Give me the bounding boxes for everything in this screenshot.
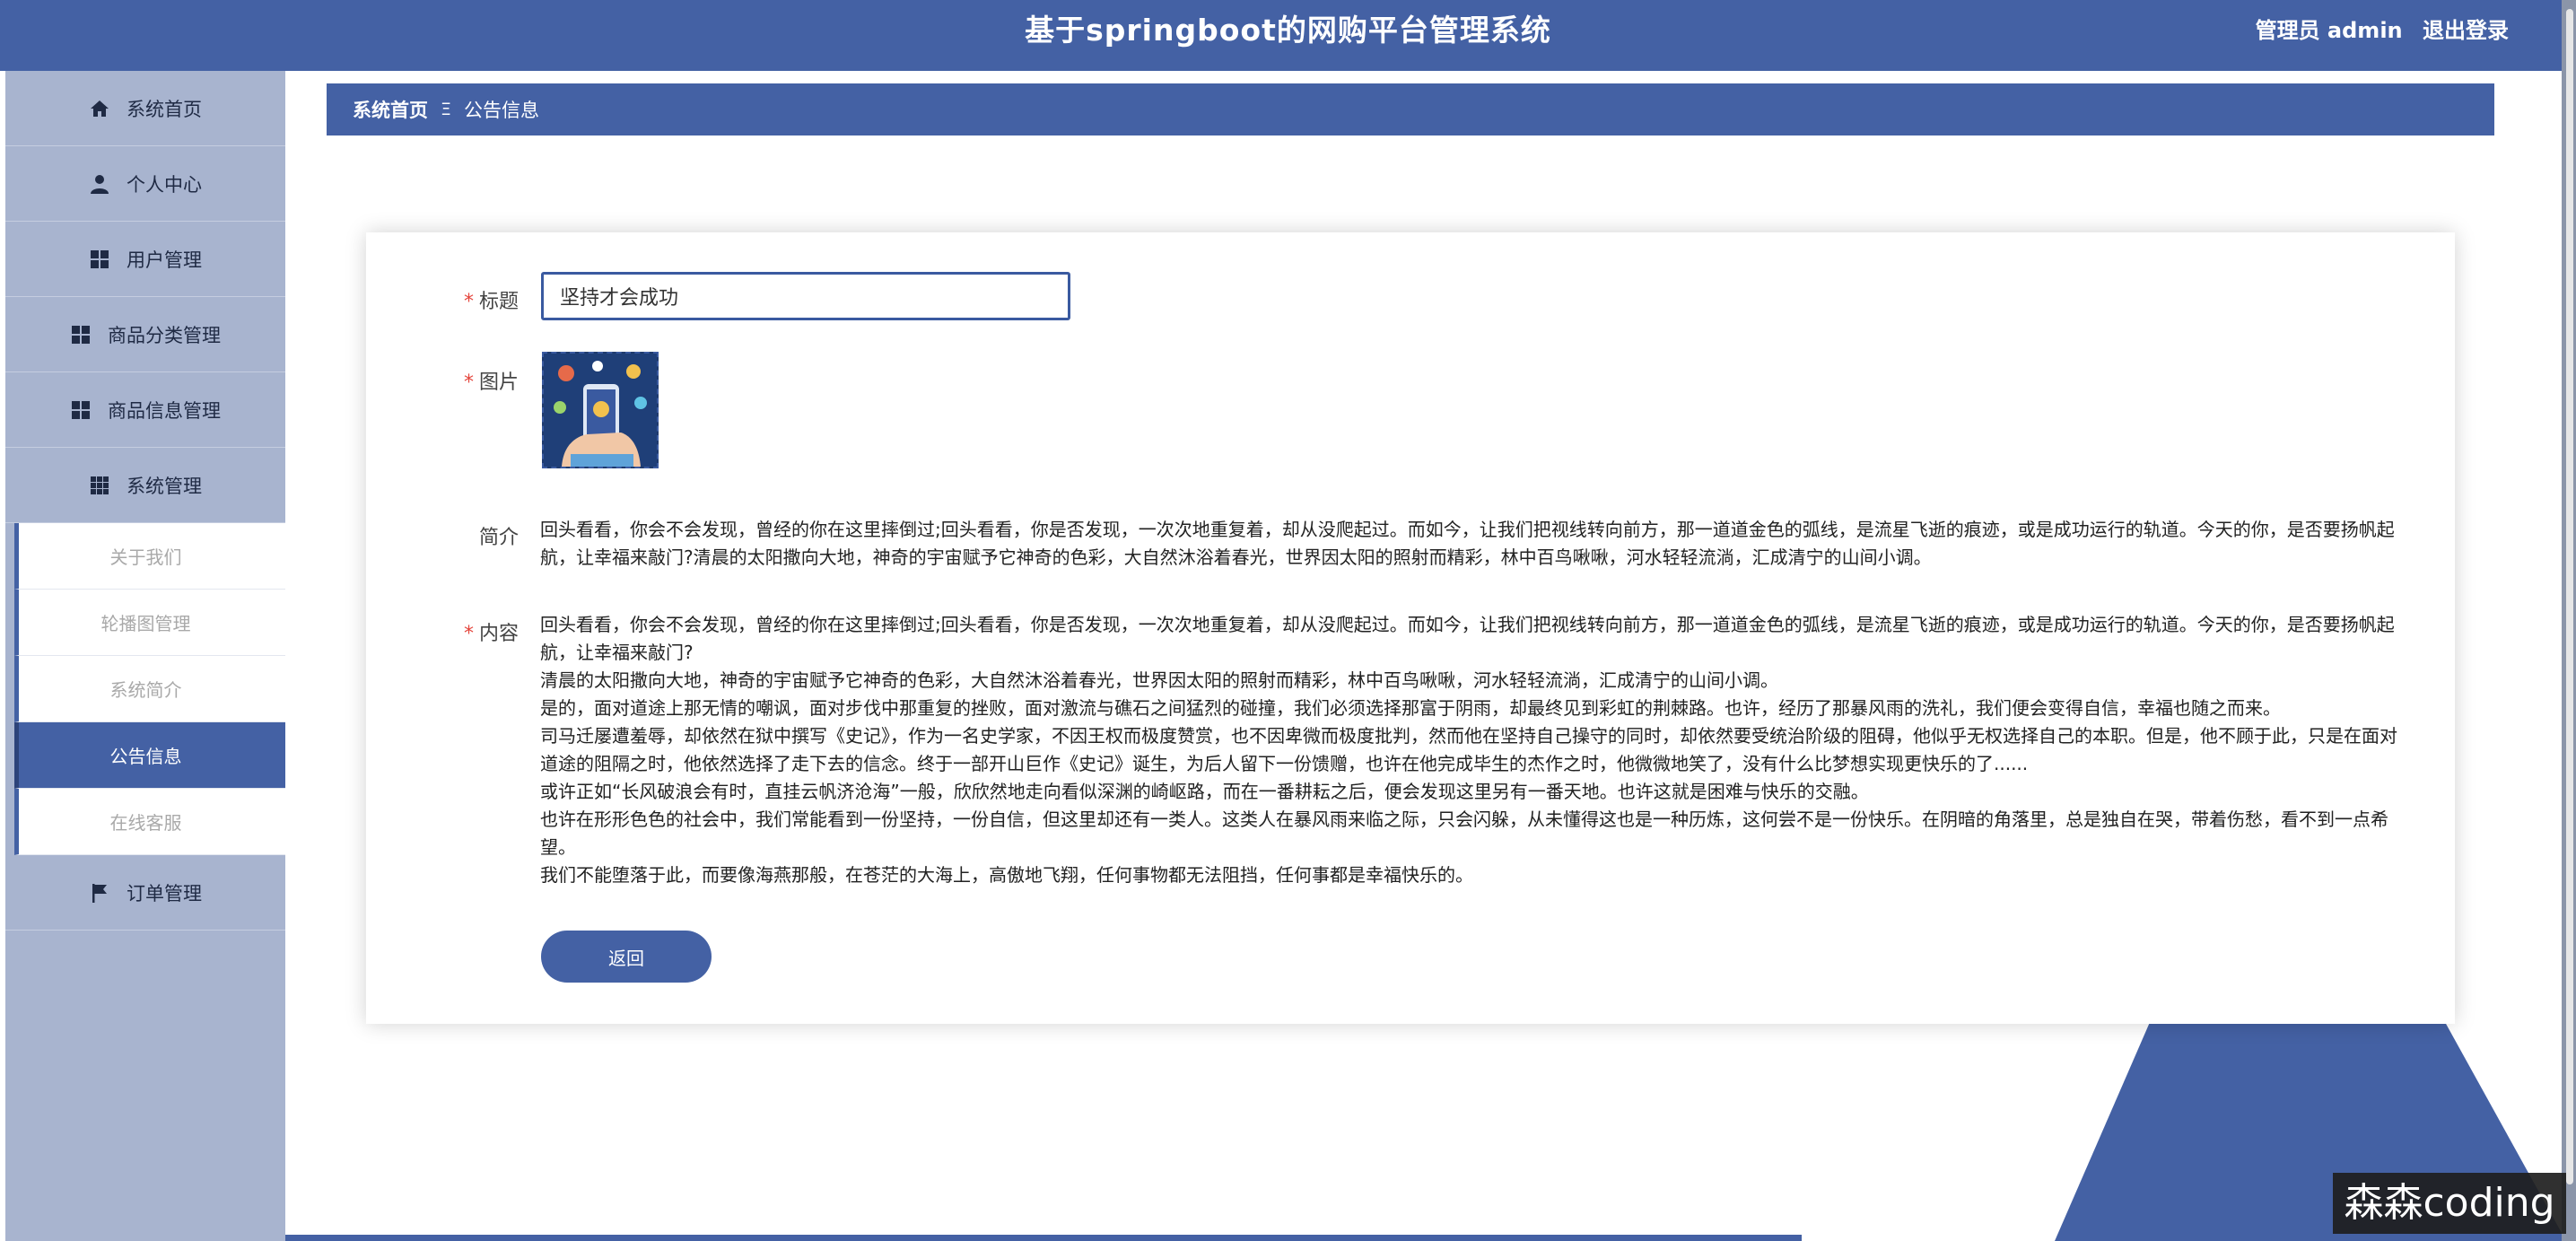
footer-line — [285, 1235, 1802, 1241]
notice-image[interactable] — [542, 352, 659, 468]
content-paragraph: 是的，面对道途上那无情的嘲讽，面对步伐中那重复的挫败，面对激流与礁石之间猛烈的碰… — [540, 697, 2281, 719]
back-button[interactable]: 返回 — [541, 931, 712, 983]
content-paragraph: 也许在形形色色的社会中，我们常能看到一份坚持，一份自信，但这里却还有一类人。这类… — [540, 808, 2388, 858]
intro-label: 简介 — [478, 527, 519, 549]
required-mark: * — [463, 291, 474, 313]
image-label: * 图片 — [463, 371, 519, 394]
content-paragraph: 司马迁屡遭羞辱，却依然在狱中撰写《史记》，作为一名史学家，不因王权而极度赞赏，也… — [540, 725, 2397, 774]
notice-detail-card: *标题 *图片 简介 回头看看，你会不会发现，曾经的你在这里摔倒过;回头看看，你… — [366, 232, 2455, 1024]
intro-text: 回头看看，你会不会发现，曾经的你在这里摔倒过;回头看看，你是否发现，一次次地重复… — [540, 519, 2395, 568]
title-input[interactable] — [541, 272, 1070, 320]
page-scrollbar[interactable] — [2562, 0, 2576, 1241]
scrollbar-thumb[interactable] — [2566, 9, 2573, 1184]
breadcrumb-home[interactable]: 系统首页 — [353, 96, 428, 123]
content-paragraph: 或许正如“长风破浪会有时，直挂云帆济沧海”一般，欣欣然地走向看似深渊的崎岖路，而… — [540, 781, 1869, 802]
watermark: 森森coding — [2333, 1173, 2566, 1234]
breadcrumb-separator: Ξ — [441, 100, 452, 119]
content-text: 回头看看，你会不会发现，曾经的你在这里摔倒过;回头看看，你是否发现，一次次地重复… — [540, 611, 2411, 889]
phone-hand-image — [544, 354, 657, 467]
breadcrumb: 系统首页 Ξ 公告信息 — [327, 83, 2494, 135]
title-label: * 标题 — [463, 291, 519, 313]
content-label: * 内容 — [463, 623, 519, 645]
content-paragraph: 我们不能堕落于此，而要像海燕那般，在苍茫的大海上，高傲地飞翔，任何事物都无法阻挡… — [540, 864, 1473, 886]
breadcrumb-current: 公告信息 — [464, 100, 540, 121]
content-paragraph: 回头看看，你会不会发现，曾经的你在这里摔倒过;回头看看，你是否发现，一次次地重复… — [540, 614, 2395, 663]
content-paragraph: 清晨的太阳撒向大地，神奇的宇宙赋予它神奇的色彩，大自然沐浴着春光，世界因太阳的照… — [540, 669, 1778, 691]
required-mark: * — [463, 623, 474, 645]
required-mark: * — [463, 371, 474, 394]
